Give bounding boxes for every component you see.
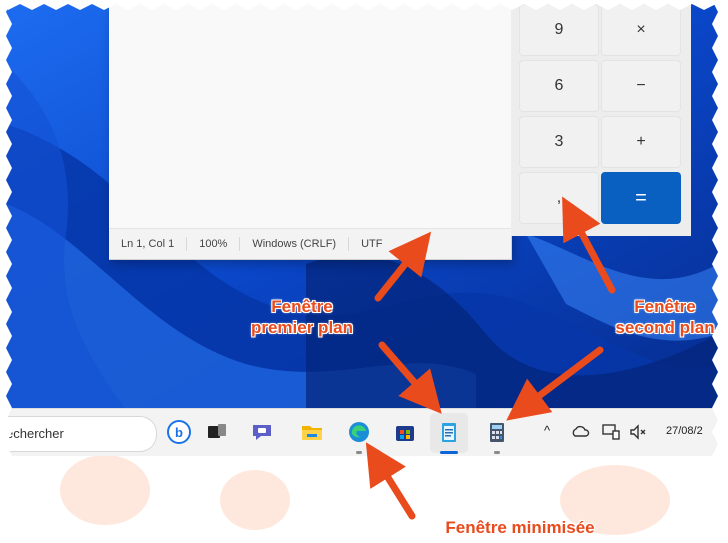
torn-edge-frame xyxy=(0,0,728,456)
annotation-background-line2: second plan xyxy=(615,318,715,337)
annotation-background-line1: Fenêtre xyxy=(634,297,696,316)
annotation-foreground-line2: premier plan xyxy=(250,318,354,337)
annotation-background: Fenêtre second plan xyxy=(602,296,728,338)
annotation-foreground: Fenêtre premier plan xyxy=(232,296,372,338)
annotation-foreground-line1: Fenêtre xyxy=(271,297,333,316)
annotation-minimized: Fenêtre minimisée xyxy=(445,518,595,537)
